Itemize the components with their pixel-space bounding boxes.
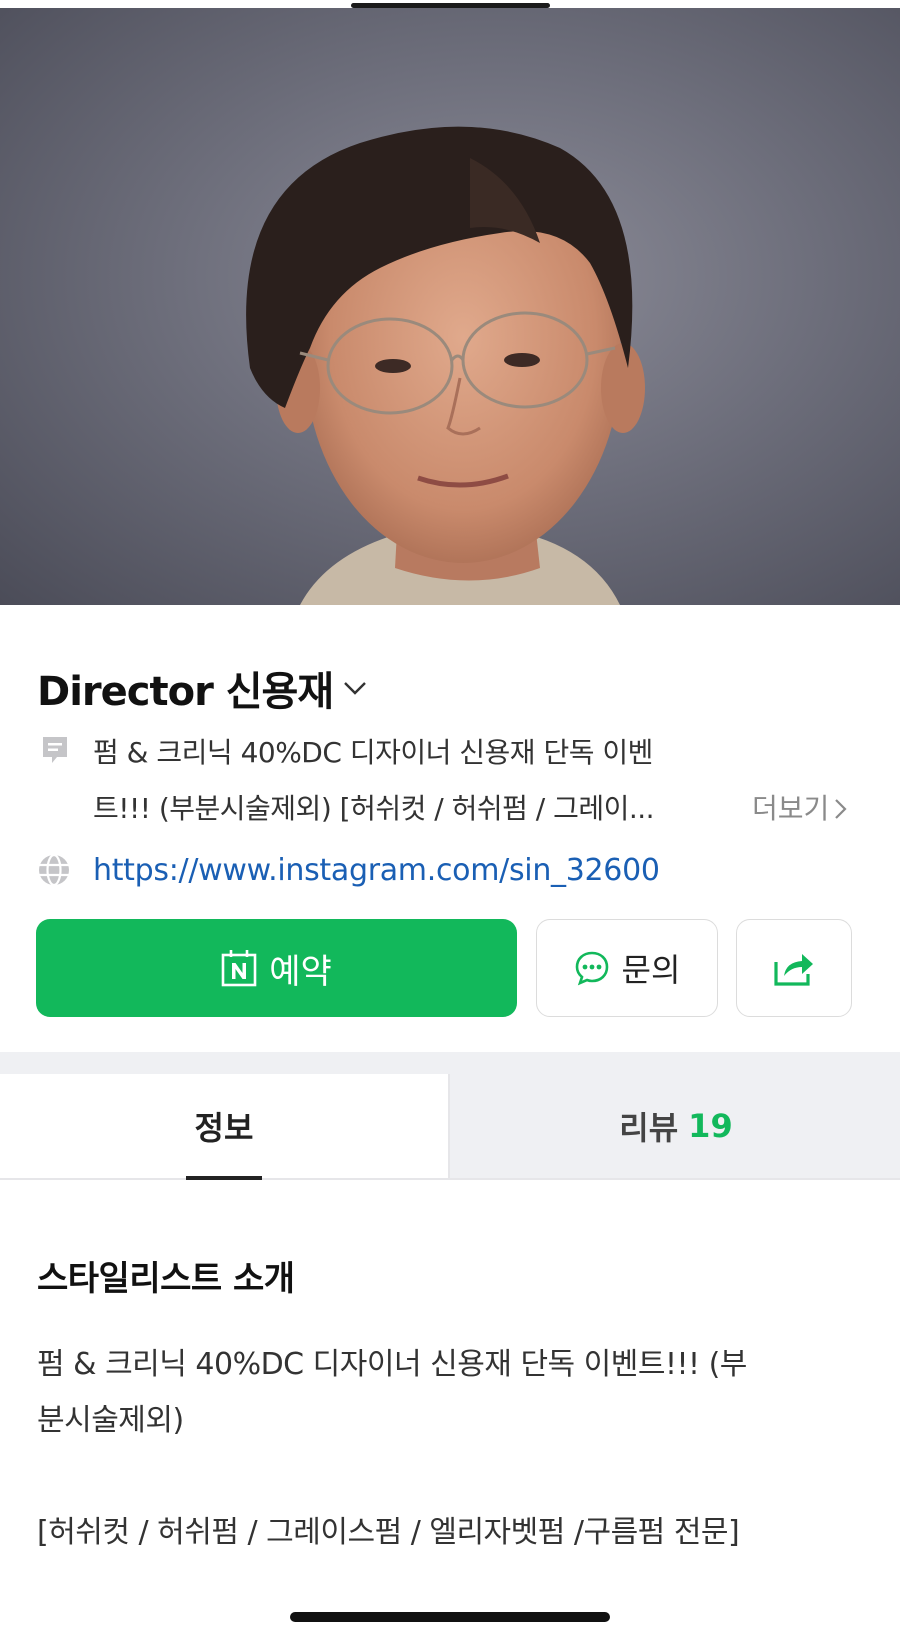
chevron-down-icon[interactable]: [341, 674, 369, 702]
stylist-intro: 펌 & 크리닉 40%DC 디자이너 신용재 단독 이벤트!!! (부 분시술제…: [37, 1337, 867, 1561]
more-label: 더보기: [752, 792, 830, 825]
chat-icon: [575, 951, 608, 986]
tab-bar: 정보 리뷰 19: [0, 1074, 900, 1180]
intro-line: 분시술제외): [37, 1403, 184, 1438]
reserve-label: 예약: [269, 951, 332, 992]
review-count: 19: [688, 1107, 733, 1145]
section-divider: [0, 1052, 900, 1074]
inquiry-button[interactable]: 문의: [536, 919, 718, 1017]
globe-icon: [37, 853, 71, 887]
intro-line: 펌 & 크리닉 40%DC 디자이너 신용재 단독 이벤트!!! (부: [37, 1347, 747, 1382]
chevron-right-icon: [835, 799, 847, 819]
inquiry-label: 문의: [621, 951, 681, 989]
notch-indicator: [351, 3, 550, 8]
description-text: 펌 & 크리닉 40%DC 디자이너 신용재 단독 이벤 트!!! (부분시술제…: [93, 725, 733, 837]
more-button[interactable]: 더보기: [752, 781, 849, 837]
section-title: 스타일리스트 소개: [37, 1259, 295, 1299]
naver-booking-icon: [221, 950, 257, 987]
instagram-link-row: https://www.instagram.com/sin_32600: [37, 845, 660, 895]
share-button[interactable]: [736, 919, 852, 1017]
tab-info-label: 정보: [194, 1109, 254, 1147]
instagram-link[interactable]: https://www.instagram.com/sin_32600: [93, 853, 660, 888]
stylist-name: Director 신용재: [37, 669, 334, 715]
intro-spacer: [37, 1449, 867, 1505]
intro-line: [허쉬컷 / 허쉬펌 / 그레이스펌 / 엘리자벳펌 /구름펌 전문]: [37, 1515, 740, 1550]
profile-photo: [0, 8, 900, 605]
action-buttons: 예약 문의: [36, 919, 864, 1017]
description-line: 트!!! (부분시술제외) [허쉬컷 / 허쉬펌 / 그레이...: [93, 792, 655, 825]
description-line: 펌 & 크리닉 40%DC 디자이너 신용재 단독 이벤: [93, 736, 653, 769]
reserve-button[interactable]: 예약: [36, 919, 517, 1017]
stylist-name-row[interactable]: Director 신용재: [37, 663, 369, 715]
home-indicator: [290, 1612, 610, 1622]
tab-info[interactable]: 정보: [0, 1074, 448, 1180]
status-bar: [0, 0, 900, 8]
stylist-portrait: [246, 126, 645, 605]
description-icon: [41, 735, 69, 765]
tab-review-label: 리뷰: [619, 1109, 679, 1147]
tab-review[interactable]: 리뷰 19: [448, 1074, 900, 1178]
share-icon: [774, 954, 813, 986]
